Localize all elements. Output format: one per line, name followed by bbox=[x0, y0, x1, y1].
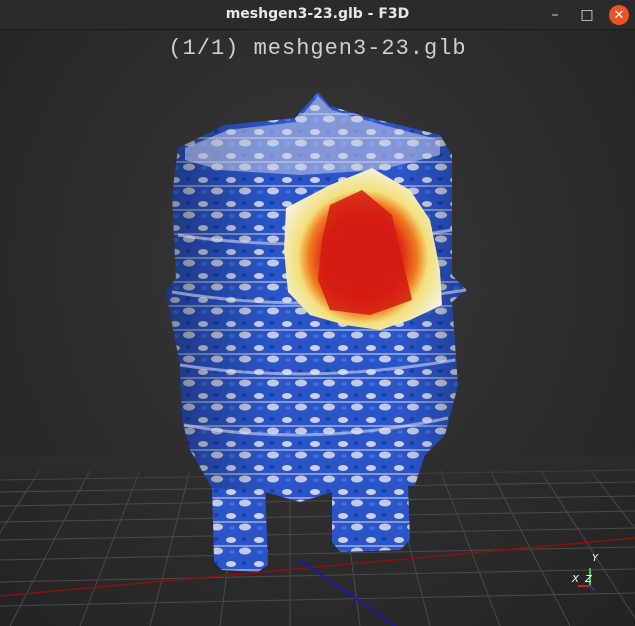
maximize-icon[interactable]: □ bbox=[576, 4, 598, 26]
filename-overlay: (1/1) meshgen3-23.glb bbox=[168, 36, 467, 61]
scene-canvas[interactable]: Y X Z bbox=[0, 30, 635, 626]
3d-viewport[interactable]: Y X Z (1/1) meshgen3-23.glb bbox=[0, 30, 635, 626]
z-axis-line bbox=[299, 559, 396, 626]
axes-gizmo: Y X Z bbox=[571, 553, 599, 591]
gizmo-x-label: X bbox=[571, 574, 580, 585]
gizmo-z-label: Z bbox=[584, 574, 593, 585]
minimize-icon[interactable]: – bbox=[544, 4, 566, 26]
close-icon[interactable]: ✕ bbox=[609, 5, 629, 25]
mesh-model[interactable] bbox=[166, 92, 467, 572]
title-bar: meshgen3-23.glb - F3D – □ ✕ bbox=[0, 0, 635, 30]
gizmo-y-label: Y bbox=[592, 553, 599, 564]
window-title: meshgen3-23.glb - F3D bbox=[225, 6, 410, 22]
